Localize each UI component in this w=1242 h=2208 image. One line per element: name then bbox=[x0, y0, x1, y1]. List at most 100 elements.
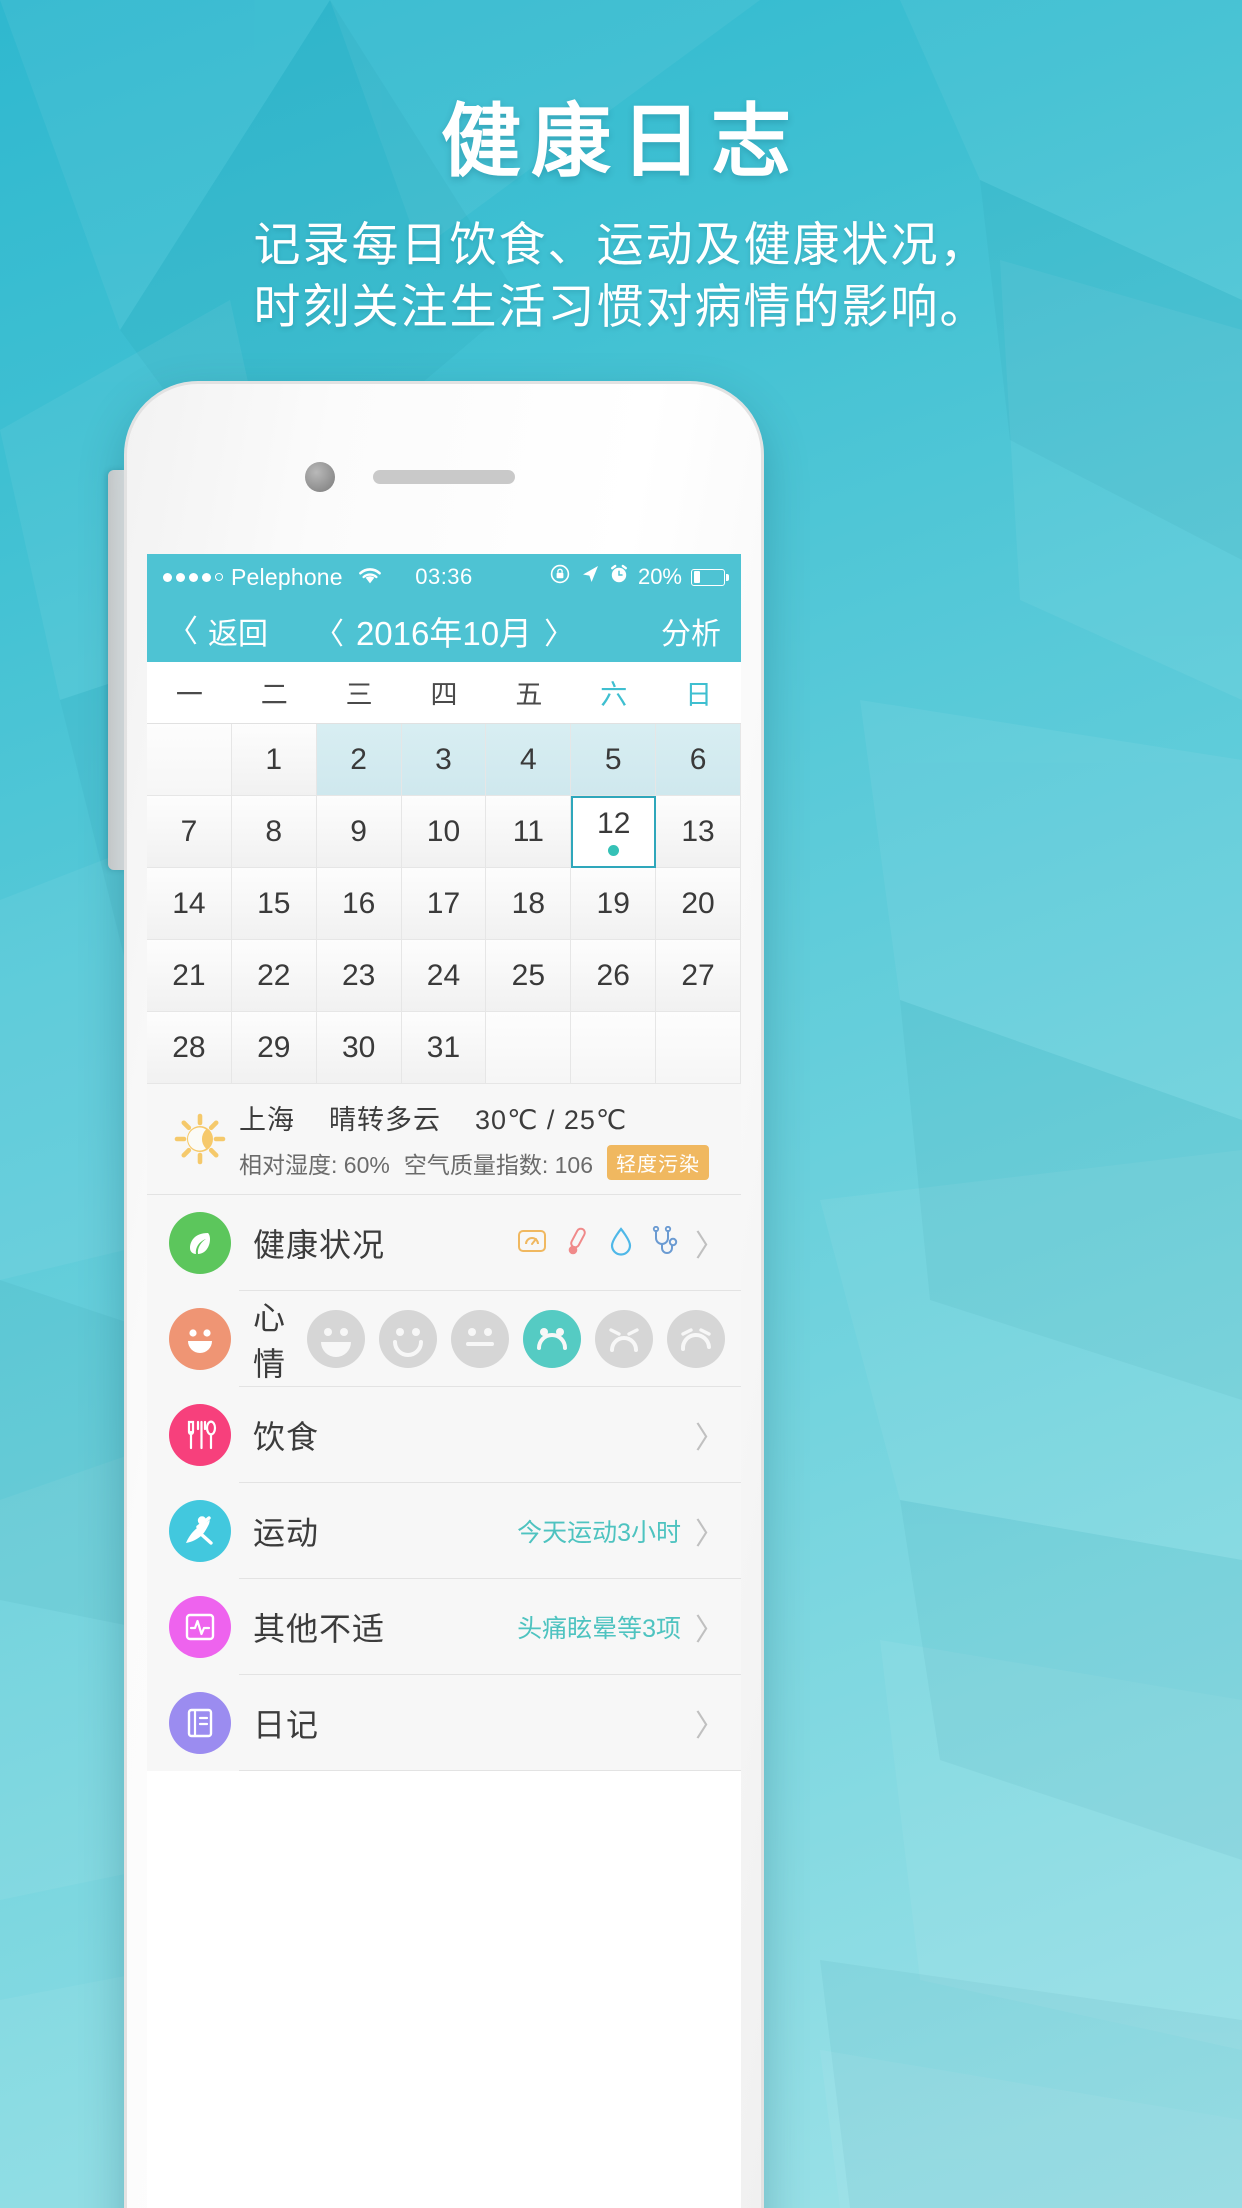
weather-humidity: 相对湿度: 60% bbox=[239, 1151, 390, 1178]
smiley-icon bbox=[169, 1308, 231, 1370]
chevron-right-icon: 〉 bbox=[695, 1710, 725, 1743]
face-laugh-icon[interactable] bbox=[307, 1310, 365, 1368]
calendar-day-empty bbox=[571, 1012, 657, 1084]
calendar-day-30[interactable]: 30 bbox=[316, 1012, 402, 1084]
calendar-day-number: 16 bbox=[341, 886, 376, 920]
leaf-icon bbox=[169, 1212, 231, 1274]
calendar-day-7[interactable]: 7 bbox=[147, 796, 232, 868]
face-neutral-icon[interactable] bbox=[451, 1310, 509, 1368]
calendar-day-19[interactable]: 19 bbox=[571, 868, 657, 940]
calendar-day-23[interactable]: 23 bbox=[316, 940, 402, 1012]
calendar-day-4[interactable]: 4 bbox=[486, 724, 572, 796]
list-item-diary-label: 日记 bbox=[253, 1707, 320, 1743]
mood-selector[interactable] bbox=[307, 1310, 741, 1368]
front-camera-icon bbox=[305, 462, 335, 492]
promo-headline: 健康日志 记录每日饮食、运动及健康状况， 时刻关注生活习惯对病情的影响。 bbox=[0, 96, 1242, 338]
location-arrow-icon bbox=[580, 564, 600, 590]
list-item-health[interactable]: 健康状况 〉 bbox=[147, 1195, 741, 1291]
calendar-day-12[interactable]: 12 bbox=[571, 796, 657, 868]
runner-icon bbox=[169, 1500, 231, 1562]
alarm-clock-icon bbox=[609, 564, 629, 590]
calendar-day-event-dot bbox=[608, 844, 620, 856]
calendar-day-empty bbox=[486, 1012, 572, 1084]
calendar-day-21[interactable]: 21 bbox=[147, 940, 232, 1012]
cutlery-icon bbox=[169, 1404, 231, 1466]
calendar-day-28[interactable]: 28 bbox=[147, 1012, 232, 1084]
stethoscope-icon[interactable] bbox=[651, 1225, 681, 1261]
battery-icon bbox=[691, 568, 729, 586]
face-sad-icon[interactable] bbox=[523, 1310, 581, 1368]
promo-subtitle-line-1: 记录每日饮食、运动及健康状况， bbox=[253, 218, 989, 271]
list-item-discomfort-label: 其他不适 bbox=[253, 1611, 386, 1647]
blood-drop-icon[interactable] bbox=[609, 1226, 633, 1261]
list-item-discomfort[interactable]: 其他不适 头痛眩晕等3项 〉 bbox=[147, 1579, 741, 1675]
list-item-diet-label: 饮食 bbox=[253, 1419, 320, 1455]
calendar-day-9[interactable]: 9 bbox=[316, 796, 402, 868]
calendar-weekday-0: 一 bbox=[175, 680, 203, 710]
analysis-button[interactable]: 分析 bbox=[661, 609, 721, 653]
calendar-day-26[interactable]: 26 bbox=[571, 940, 657, 1012]
calendar-day-empty bbox=[656, 1012, 741, 1084]
calendar-day-number: 5 bbox=[604, 742, 622, 776]
calendar-day-number: 14 bbox=[172, 886, 206, 920]
calendar-day-18[interactable]: 18 bbox=[486, 868, 572, 940]
calendar-day-empty bbox=[147, 724, 232, 796]
calendar-day-5[interactable]: 5 bbox=[571, 724, 657, 796]
calendar-day-number: 15 bbox=[257, 886, 291, 920]
calendar-weekday-6: 日 bbox=[685, 680, 713, 710]
book-icon bbox=[169, 1692, 231, 1754]
face-smile-icon[interactable] bbox=[379, 1310, 437, 1368]
calendar-day-1[interactable]: 1 bbox=[231, 724, 317, 796]
daily-log-list: 上海 晴转多云 30℃ / 25℃ 相对湿度: 60% 空气质量指数: 106 … bbox=[147, 1084, 741, 1771]
calendar-weekday-4: 五 bbox=[515, 680, 543, 710]
calendar-day-29[interactable]: 29 bbox=[231, 1012, 317, 1084]
calendar-day-17[interactable]: 17 bbox=[401, 868, 487, 940]
calendar-day-number: 9 bbox=[350, 814, 367, 848]
face-upset-icon[interactable] bbox=[667, 1310, 725, 1368]
back-button[interactable]: 〈 返回 bbox=[167, 609, 268, 653]
calendar-day-13[interactable]: 13 bbox=[656, 796, 741, 868]
list-item-mood[interactable]: 心情 bbox=[147, 1291, 741, 1387]
calendar-day-number: 4 bbox=[520, 742, 537, 776]
prev-month-button[interactable]: 〈 bbox=[314, 609, 344, 653]
list-item-exercise[interactable]: 运动 今天运动3小时 〉 bbox=[147, 1483, 741, 1579]
signal-strength-icon bbox=[163, 572, 223, 582]
health-metric-icons[interactable] bbox=[517, 1225, 681, 1261]
current-month-label: 2016年10月 bbox=[355, 615, 533, 652]
calendar-day-20[interactable]: 20 bbox=[656, 868, 741, 940]
ecg-monitor-icon bbox=[169, 1596, 231, 1658]
calendar-day-25[interactable]: 25 bbox=[486, 940, 572, 1012]
calendar-day-number: 17 bbox=[426, 886, 461, 920]
calendar-weekday-2: 三 bbox=[345, 680, 373, 710]
calendar-day-16[interactable]: 16 bbox=[316, 868, 402, 940]
calendar-day-10[interactable]: 10 bbox=[401, 796, 487, 868]
calendar-day-number: 25 bbox=[511, 958, 546, 992]
calendar-day-22[interactable]: 22 bbox=[231, 940, 317, 1012]
calendar-day-number: 22 bbox=[257, 958, 291, 992]
calendar-day-31[interactable]: 31 bbox=[401, 1012, 487, 1084]
calendar-day-number: 1 bbox=[265, 742, 283, 776]
calendar-day-6[interactable]: 6 bbox=[656, 724, 741, 796]
list-item-diet[interactable]: 饮食 〉 bbox=[147, 1387, 741, 1483]
list-item-diary[interactable]: 日记 〉 bbox=[147, 1675, 741, 1771]
calendar-day-number: 11 bbox=[512, 814, 544, 848]
calendar-day-2[interactable]: 2 bbox=[316, 724, 402, 796]
calendar-day-8[interactable]: 8 bbox=[231, 796, 317, 868]
face-cry-icon[interactable] bbox=[595, 1310, 653, 1368]
chevron-left-icon: 〈 bbox=[167, 613, 198, 649]
calendar-day-27[interactable]: 27 bbox=[656, 940, 741, 1012]
chevron-right-icon: 〉 bbox=[695, 1422, 725, 1455]
thermometer-icon[interactable] bbox=[565, 1226, 591, 1261]
calendar-day-3[interactable]: 3 bbox=[401, 724, 487, 796]
calendar-day-number: 19 bbox=[596, 886, 630, 920]
next-month-button[interactable]: 〉 bbox=[544, 609, 574, 653]
calendar-day-14[interactable]: 14 bbox=[147, 868, 232, 940]
calendar-day-number: 12 bbox=[597, 806, 631, 840]
status-bar: Pelephone 03:36 20% bbox=[147, 554, 741, 600]
weather-row[interactable]: 上海 晴转多云 30℃ / 25℃ 相对湿度: 60% 空气质量指数: 106 … bbox=[147, 1084, 741, 1195]
nav-bar: 〈 返回 〈 2016年10月 〉 分析 bbox=[147, 600, 741, 662]
calendar-day-15[interactable]: 15 bbox=[231, 868, 317, 940]
calendar-day-11[interactable]: 11 bbox=[486, 796, 572, 868]
scale-icon[interactable] bbox=[517, 1227, 547, 1260]
calendar-day-24[interactable]: 24 bbox=[401, 940, 487, 1012]
